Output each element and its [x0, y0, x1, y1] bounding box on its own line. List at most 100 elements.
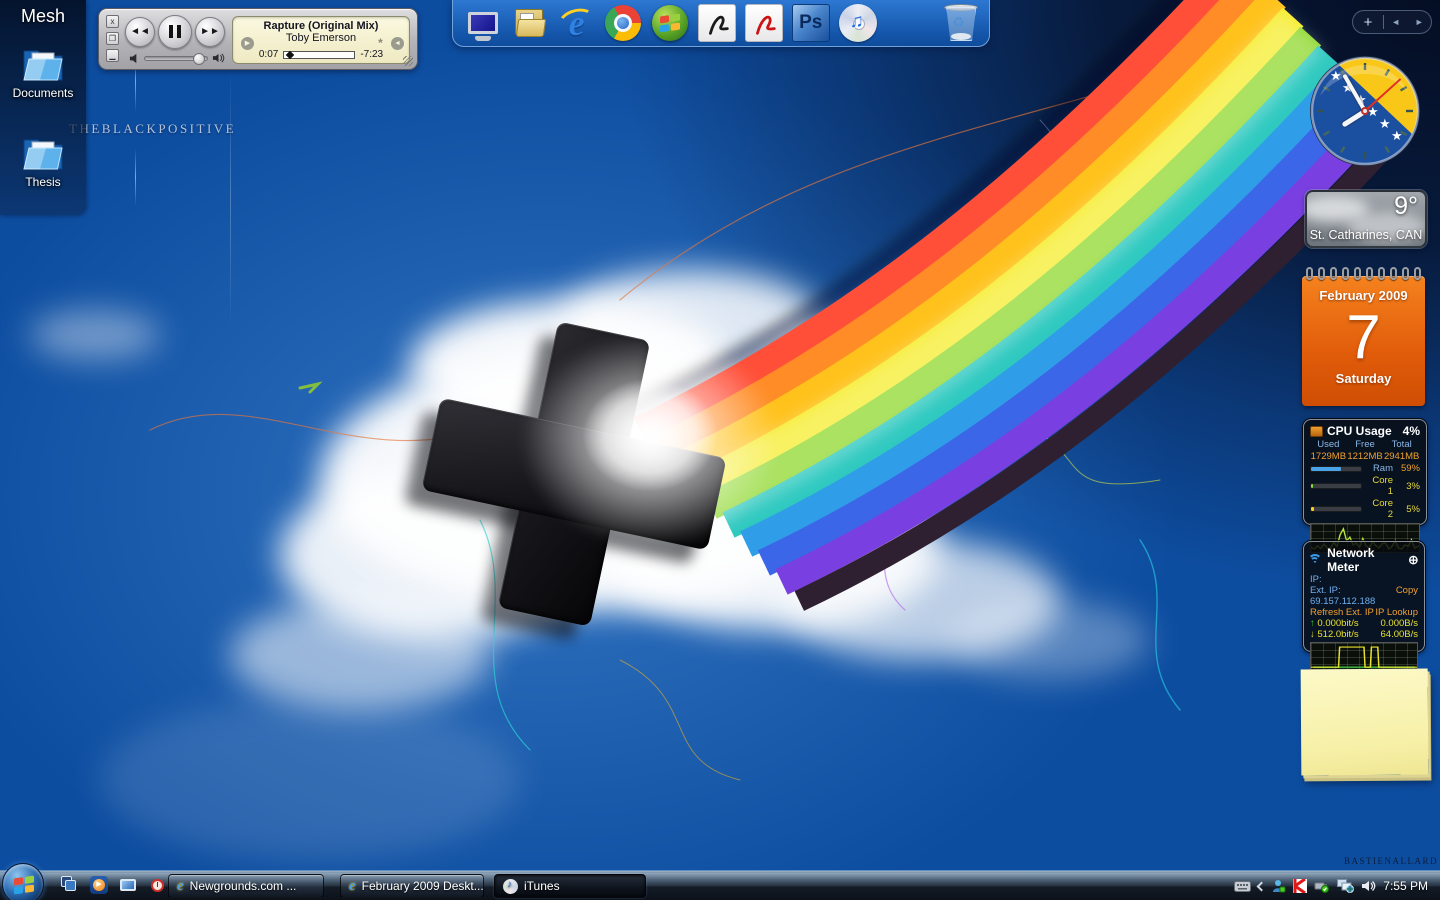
- volume-icon[interactable]: [1361, 879, 1376, 893]
- network-gadget[interactable]: Network Meter 🜨 IP: Ext. IP: 69.157.112.…: [1303, 541, 1425, 670]
- network-icon[interactable]: [1337, 879, 1355, 893]
- weather-location: St. Catharines, CAN: [1309, 228, 1423, 242]
- ram-row: Ram 59%: [1310, 463, 1420, 474]
- internet-explorer-icon: e: [177, 877, 184, 894]
- calendar-page: February 2009 7 Saturday: [1302, 276, 1425, 406]
- pause-button[interactable]: [158, 15, 192, 49]
- desktop-icon-documents[interactable]: Documents: [0, 42, 86, 100]
- media-player-quicklaunch-icon[interactable]: ▶: [89, 875, 109, 895]
- network-title: Network Meter: [1327, 546, 1375, 574]
- elapsed-time: 0:07: [258, 49, 279, 60]
- sticky-note-gadget[interactable]: [1300, 668, 1429, 776]
- start-button[interactable]: [2, 863, 44, 900]
- media-player: x ❐ ▁ ◄◄ ►► Rapture (Original Mix) Toby …: [98, 8, 418, 70]
- desktop-icon-label: Thesis: [25, 175, 61, 189]
- copy-link[interactable]: Copy: [1396, 585, 1418, 607]
- internet-explorer-icon: e: [349, 877, 356, 894]
- quick-launch: ▶: [60, 875, 167, 895]
- calendar-month: February 2009: [1319, 288, 1408, 303]
- chrome-icon[interactable]: [603, 3, 643, 43]
- folders-icon[interactable]: [510, 3, 550, 43]
- refresh-link[interactable]: Refresh Ext. IP: [1310, 607, 1374, 618]
- cpu-col-used: Used: [1317, 439, 1340, 450]
- next-track-button[interactable]: ►►: [195, 17, 225, 47]
- clock-gadget[interactable]: ★★★ ★★★: [1308, 54, 1422, 168]
- itunes-icon[interactable]: ♫: [838, 3, 878, 43]
- download-arrow-icon: ↓: [1310, 629, 1315, 640]
- tray-expand-chevron[interactable]: [1256, 881, 1267, 891]
- clock-center-cap: [1361, 107, 1369, 115]
- cpu-val-free: 1212MB: [1347, 451, 1383, 462]
- prev-page-button[interactable]: ◄: [1384, 17, 1408, 27]
- globe-icon[interactable]: 🜨: [1409, 549, 1418, 571]
- messenger-status-icon[interactable]: [1272, 879, 1286, 893]
- previous-track-button[interactable]: ◄◄: [125, 17, 155, 47]
- system-tray: 7:55 PM: [1234, 871, 1434, 900]
- player-close-button[interactable]: x: [106, 15, 119, 28]
- add-gadget-button[interactable]: +: [1353, 14, 1383, 31]
- volume-high-icon: [212, 53, 225, 63]
- seek-handle[interactable]: [286, 50, 295, 59]
- volume-knob[interactable]: [193, 52, 205, 65]
- internet-explorer-icon[interactable]: e: [555, 3, 599, 43]
- computer-icon[interactable]: [463, 3, 503, 43]
- weather-gadget[interactable]: 9° St. Catharines, CAN: [1305, 190, 1427, 248]
- cpu-col-total: Total: [1391, 439, 1412, 450]
- network-history-graph: [1310, 642, 1418, 670]
- upload-bytes: 0.000B/s: [1380, 618, 1419, 629]
- safely-remove-hardware-icon[interactable]: [1314, 879, 1330, 893]
- desktop-icon-label: Documents: [12, 86, 74, 100]
- remaining-time: -7:23: [360, 49, 384, 60]
- resize-grip[interactable]: [403, 56, 413, 66]
- download-bytes: 64.00B/s: [1380, 629, 1419, 640]
- download-rate: 512.0bit/s: [1317, 629, 1359, 640]
- recycle-bin-icon[interactable]: ♻: [943, 2, 979, 44]
- wallpaper-brand-text: THEBLACKPOSITIVE: [69, 121, 237, 136]
- wallpaper-credit-text: BASTIENALLARD: [1344, 856, 1438, 866]
- core2-row: Core 2 5%: [1310, 498, 1420, 520]
- desktop-icon-thesis[interactable]: Thesis: [0, 131, 86, 189]
- ip-lookup-link[interactable]: IP Lookup: [1375, 607, 1418, 618]
- alarm-clock-icon[interactable]: [147, 875, 167, 895]
- acrobat-red-icon[interactable]: [744, 3, 784, 43]
- volume-slider[interactable]: [144, 52, 208, 65]
- core1-row: Core 1 3%: [1310, 475, 1420, 497]
- windows-icon[interactable]: [650, 3, 690, 43]
- weather-temperature: 9°: [1394, 192, 1418, 220]
- kaspersky-icon[interactable]: [1293, 879, 1308, 893]
- calendar-spiral-binding: [1306, 267, 1421, 280]
- player-display: Rapture (Original Mix) Toby Emerson ▶ * …: [232, 16, 410, 64]
- ip-label: IP:: [1310, 574, 1322, 585]
- taskbar-button-newgrounds[interactable]: e Newgrounds.com ...: [168, 874, 324, 898]
- cpu-col-free: Free: [1355, 439, 1375, 450]
- show-desktop-icon[interactable]: [118, 875, 138, 895]
- upload-rate: 0.000bit/s: [1317, 618, 1359, 629]
- volume-low-icon: [129, 53, 137, 63]
- cpu-gadget[interactable]: CPU Usage 4% Used Free Total 1729MB 1212…: [1303, 419, 1427, 553]
- song-title: Rapture (Original Mix): [263, 20, 379, 32]
- external-ip: Ext. IP: 69.157.112.188: [1310, 585, 1376, 607]
- cpu-chip-icon: [1310, 425, 1323, 437]
- dock: e Ps ♫ ♻: [452, 0, 990, 47]
- gadget-controls: + ◄ ►: [1352, 10, 1432, 34]
- seek-bar[interactable]: [283, 50, 356, 59]
- wifi-icon: [1307, 554, 1323, 565]
- upload-arrow-icon: ↑: [1310, 618, 1315, 629]
- player-minimize-button[interactable]: ▁: [106, 49, 119, 62]
- player-restore-button[interactable]: ❐: [106, 32, 119, 45]
- taskbar-button-itunes[interactable]: iTunes: [494, 874, 646, 898]
- tray-clock[interactable]: 7:55 PM: [1383, 879, 1434, 893]
- cpu-title: CPU Usage: [1327, 424, 1392, 438]
- svg-text:★: ★: [1379, 117, 1391, 132]
- window-switcher-icon[interactable]: [60, 875, 80, 895]
- calendar-gadget[interactable]: February 2009 7 Saturday: [1302, 267, 1425, 406]
- acrobat-black-icon[interactable]: [697, 3, 737, 43]
- folder-icon: [23, 50, 63, 81]
- desktop: THEBLACKPOSITIVE BASTIENALLARD Mesh Docu…: [0, 0, 1440, 900]
- cpu-usage-percent: 4%: [1402, 424, 1420, 438]
- calendar-day: 7: [1346, 303, 1381, 372]
- keyboard-icon[interactable]: [1234, 880, 1252, 892]
- taskbar-button-february-2009[interactable]: e February 2009 Deskt...: [340, 874, 484, 898]
- next-page-button[interactable]: ►: [1408, 17, 1432, 27]
- photoshop-icon[interactable]: Ps: [791, 3, 831, 43]
